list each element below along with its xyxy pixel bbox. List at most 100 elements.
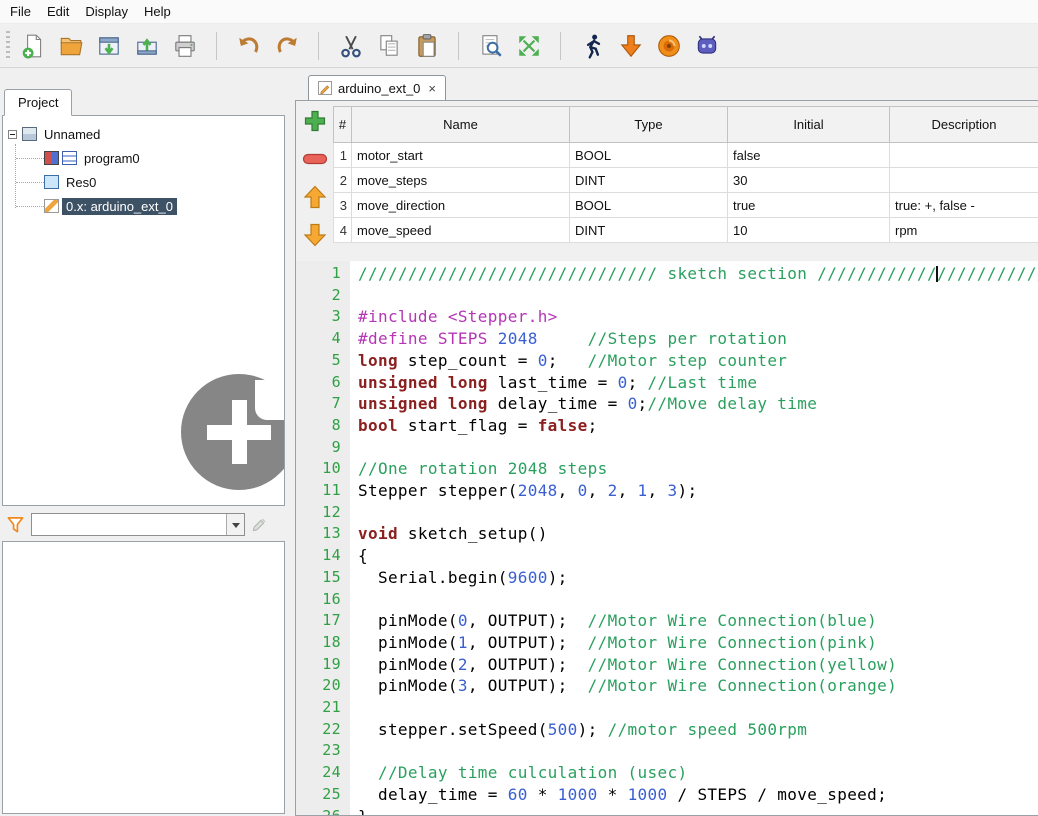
column-header-num[interactable]: # <box>334 107 352 143</box>
code-line[interactable]: 3#include <Stepper.h> <box>296 306 1038 328</box>
code-line[interactable]: 21 <box>296 697 1038 719</box>
cell-initial[interactable]: 30 <box>728 168 890 193</box>
cell-name[interactable]: move_steps <box>352 168 570 193</box>
cell-description[interactable] <box>890 143 1038 168</box>
menu-display[interactable]: Display <box>77 1 136 22</box>
column-header-initial[interactable]: Initial <box>728 107 890 143</box>
tab-close-button[interactable]: × <box>428 81 436 96</box>
redo-button[interactable] <box>268 27 306 65</box>
cell-type[interactable]: DINT <box>570 218 728 243</box>
print-button[interactable] <box>166 27 204 65</box>
cell-description[interactable] <box>890 168 1038 193</box>
code-line[interactable]: 14{ <box>296 545 1038 567</box>
transfer-button[interactable] <box>612 27 650 65</box>
delete-variable-button[interactable] <box>301 145 329 173</box>
code-text <box>350 589 358 611</box>
code-line[interactable]: 1////////////////////////////// sketch s… <box>296 263 1038 285</box>
cell-description[interactable]: rpm <box>890 218 1038 243</box>
save-button[interactable] <box>90 27 128 65</box>
expander-icon[interactable] <box>8 130 17 139</box>
move-variable-down-button[interactable] <box>301 221 329 249</box>
pou-icon <box>62 151 77 165</box>
code-line[interactable]: 13void sketch_setup() <box>296 523 1038 545</box>
code-line[interactable]: 23 <box>296 740 1038 762</box>
code-line[interactable]: 26} <box>296 806 1038 815</box>
cell-initial[interactable]: 10 <box>728 218 890 243</box>
cell-num[interactable]: 4 <box>334 218 352 243</box>
variable-row[interactable]: 4move_speedDINT10rpm <box>334 218 1038 243</box>
code-line[interactable]: 6unsigned long last_time = 0; //Last tim… <box>296 372 1038 394</box>
tab-arduino-ext-0[interactable]: arduino_ext_0 × <box>308 75 446 100</box>
add-variable-button[interactable] <box>301 107 329 135</box>
cell-type[interactable]: DINT <box>570 168 728 193</box>
code-editor[interactable]: 1////////////////////////////// sketch s… <box>296 261 1038 815</box>
cell-num[interactable]: 2 <box>334 168 352 193</box>
cell-initial[interactable]: false <box>728 143 890 168</box>
variable-row[interactable]: 1motor_startBOOLfalse <box>334 143 1038 168</box>
tree-item-label[interactable]: program0 <box>80 150 144 167</box>
code-line[interactable]: 18 pinMode(1, OUTPUT); //Motor Wire Conn… <box>296 632 1038 654</box>
connect-button[interactable] <box>688 27 726 65</box>
variable-row[interactable]: 2move_stepsDINT30 <box>334 168 1038 193</box>
cell-type[interactable]: BOOL <box>570 143 728 168</box>
code-line[interactable]: 12 <box>296 502 1038 524</box>
combo-dropdown-button[interactable] <box>226 514 244 535</box>
code-line[interactable]: 11Stepper stepper(2048, 0, 2, 1, 3); <box>296 480 1038 502</box>
search-input[interactable] <box>32 514 226 535</box>
cut-button[interactable] <box>332 27 370 65</box>
code-line[interactable]: 10//One rotation 2048 steps <box>296 458 1038 480</box>
code-line[interactable]: 24 //Delay time culculation (usec) <box>296 762 1038 784</box>
cell-type[interactable]: BOOL <box>570 193 728 218</box>
run-simulation-button[interactable] <box>574 27 612 65</box>
column-header-name[interactable]: Name <box>352 107 570 143</box>
tree-item-program0[interactable]: program0 <box>3 146 284 170</box>
code-line[interactable]: 25 delay_time = 60 * 1000 * 1000 / STEPS… <box>296 784 1038 806</box>
code-line[interactable]: 9 <box>296 437 1038 459</box>
menu-file[interactable]: File <box>2 1 39 22</box>
save-as-button[interactable] <box>128 27 166 65</box>
search-button[interactable] <box>472 27 510 65</box>
tree-item-label[interactable]: 0.x: arduino_ext_0 <box>62 198 177 215</box>
print-icon <box>172 33 198 59</box>
paste-button[interactable] <box>408 27 446 65</box>
menu-help[interactable]: Help <box>136 1 179 22</box>
cell-name[interactable]: motor_start <box>352 143 570 168</box>
line-number: 13 <box>296 523 350 545</box>
tree-item-label[interactable]: Res0 <box>62 174 100 191</box>
cell-initial[interactable]: true <box>728 193 890 218</box>
code-line[interactable]: 4#define STEPS 2048 //Steps per rotation <box>296 328 1038 350</box>
cell-name[interactable]: move_direction <box>352 193 570 218</box>
column-header-description[interactable]: Description <box>890 107 1038 143</box>
code-line[interactable]: 7unsigned long delay_time = 0;//Move del… <box>296 393 1038 415</box>
build-button[interactable] <box>650 27 688 65</box>
code-line[interactable]: 15 Serial.begin(9600); <box>296 567 1038 589</box>
variable-row[interactable]: 3move_directionBOOLtruetrue: +, false - <box>334 193 1038 218</box>
code-line[interactable]: 17 pinMode(0, OUTPUT); //Motor Wire Conn… <box>296 610 1038 632</box>
code-line[interactable]: 8bool start_flag = false; <box>296 415 1038 437</box>
code-line[interactable]: 2 <box>296 285 1038 307</box>
tree-item-res0[interactable]: Res0 <box>3 170 284 194</box>
tree-item-label[interactable]: Unnamed <box>40 126 104 143</box>
open-project-button[interactable] <box>52 27 90 65</box>
code-line[interactable]: 16 <box>296 589 1038 611</box>
new-file-button[interactable] <box>14 27 52 65</box>
undo-button[interactable] <box>230 27 268 65</box>
code-line[interactable]: 19 pinMode(2, OUTPUT); //Motor Wire Conn… <box>296 654 1038 676</box>
fullscreen-button[interactable] <box>510 27 548 65</box>
arduino-ext-editor: #NameTypeInitialDescription 1motor_start… <box>295 100 1038 816</box>
tree-item-unnamed[interactable]: Unnamed <box>3 122 284 146</box>
code-line[interactable]: 20 pinMode(3, OUTPUT); //Motor Wire Conn… <box>296 675 1038 697</box>
menu-edit[interactable]: Edit <box>39 1 77 22</box>
tab-project[interactable]: Project <box>4 89 72 116</box>
cell-description[interactable]: true: +, false - <box>890 193 1038 218</box>
code-line[interactable]: 22 stepper.setSpeed(500); //motor speed … <box>296 719 1038 741</box>
tree-item-0-x-arduino-ext-0[interactable]: 0.x: arduino_ext_0 <box>3 194 284 218</box>
cell-num[interactable]: 3 <box>334 193 352 218</box>
column-header-type[interactable]: Type <box>570 107 728 143</box>
move-variable-up-button[interactable] <box>301 183 329 211</box>
cell-num[interactable]: 1 <box>334 143 352 168</box>
copy-button[interactable] <box>370 27 408 65</box>
project-search-combobox[interactable] <box>31 513 245 536</box>
cell-name[interactable]: move_speed <box>352 218 570 243</box>
code-line[interactable]: 5long step_count = 0; //Motor step count… <box>296 350 1038 372</box>
